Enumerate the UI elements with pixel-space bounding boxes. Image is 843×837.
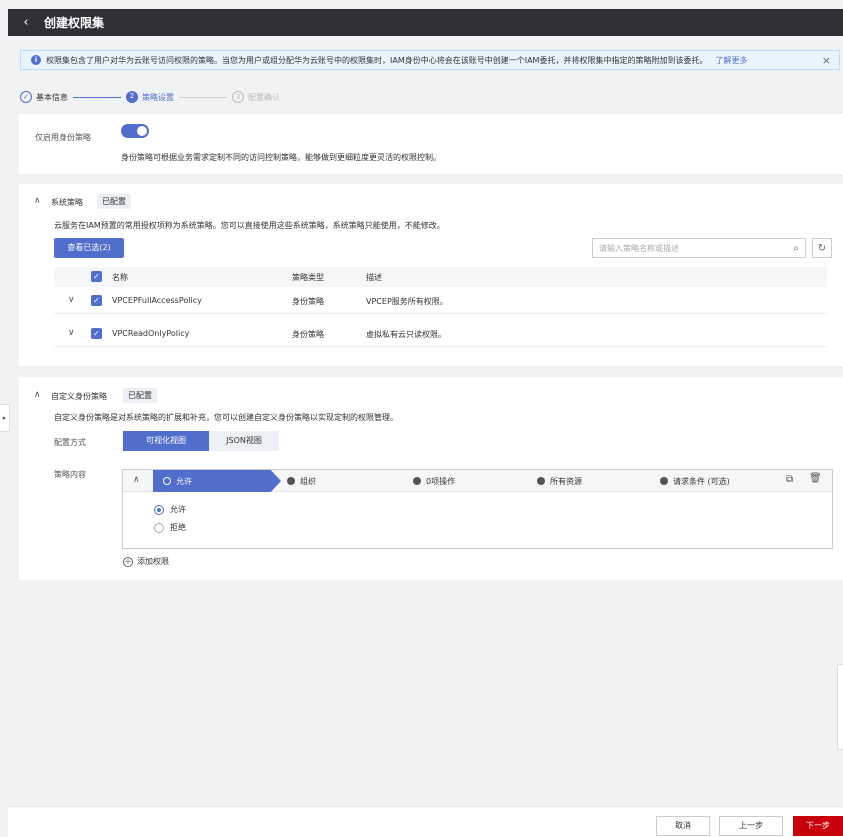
identity-only-card: 仅启用身份策略 身份策略可根据业务需求定制不同的访问控制策略，能够做到更细粒度更… xyxy=(19,114,843,174)
radio-label: 拒绝 xyxy=(170,523,186,532)
segment-label: 请求条件 (可选) xyxy=(673,476,730,486)
system-policy-description: 云服务在IAM预置的常用授权项称为系统策略。您可以直接使用这些系统策略，系统策略… xyxy=(54,221,445,230)
notice-text: 权限集包含了用户对华为云账号访问权限的策略。当您为用户或组分配华为云账号中的权限… xyxy=(46,55,708,65)
learn-more-link[interactable]: 了解更多 xyxy=(715,55,747,66)
step-connector xyxy=(179,96,227,98)
policy-type: 身份策略 xyxy=(292,297,324,306)
policy-name: VPCReadOnlyPolicy xyxy=(112,329,190,338)
clock-icon xyxy=(163,477,171,485)
custom-policy-description: 自定义身份策略是对系统策略的扩展和补充，您可以创建自定义身份策略以实现定制的权限… xyxy=(54,413,398,422)
chevron-up-icon[interactable]: ∧ xyxy=(34,196,41,206)
view-selected-button[interactable]: 查看已选(2) xyxy=(54,238,124,258)
tab-json-view[interactable]: JSON视图 xyxy=(209,431,279,451)
collapse-handle[interactable]: ▸ xyxy=(0,404,10,432)
trash-icon[interactable]: 🗑 xyxy=(809,473,822,484)
chevron-up-icon[interactable]: ∧ xyxy=(133,475,140,485)
search-placeholder: 请输入策略名称或描述 xyxy=(599,243,679,253)
identity-only-toggle[interactable] xyxy=(121,124,149,138)
close-icon[interactable]: × xyxy=(822,54,831,67)
policy-statement: ∧ 允许 组织 0项操作 所有资源 请求条件 (可选) ⧉ 🗑 允许 拒绝 xyxy=(122,469,833,549)
add-permission-button[interactable]: + 添加权限 xyxy=(123,556,169,567)
info-icon: i xyxy=(31,55,41,65)
info-notice: i 权限集包含了用户对华为云账号访问权限的策略。当您为用户或组分配华为云账号中的… xyxy=(20,50,840,70)
segment-actions[interactable]: 0项操作 xyxy=(413,470,533,492)
policy-description: VPCEP服务所有权限。 xyxy=(366,297,448,306)
effect-deny-option[interactable]: 拒绝 xyxy=(154,522,186,533)
plus-circle-icon: + xyxy=(123,556,133,567)
select-all-checkbox[interactable]: ✓ xyxy=(91,271,102,282)
step-3-label: 配置确认 xyxy=(248,92,280,102)
tab-visual-view[interactable]: 可视化视图 xyxy=(123,431,209,451)
clock-icon xyxy=(660,477,668,485)
title-bar: ‹ 创建权限集 xyxy=(8,9,843,36)
search-icon[interactable]: ⌕ xyxy=(793,243,799,254)
chevron-left-icon[interactable]: ‹ xyxy=(14,15,38,30)
segment-organization[interactable]: 组织 xyxy=(287,470,411,492)
policy-search-input[interactable]: 请输入策略名称或描述 ⌕ xyxy=(592,238,806,258)
effect-allow-option[interactable]: 允许 xyxy=(154,504,186,515)
chevron-up-icon[interactable]: ∧ xyxy=(34,390,41,400)
step-1-check-icon: ✓ xyxy=(20,91,32,103)
policy-description: 虚拟私有云只读权限。 xyxy=(366,330,446,339)
row-checkbox[interactable]: ✓ xyxy=(91,295,102,306)
segment-effect[interactable]: 允许 xyxy=(153,470,281,492)
configured-badge: 已配置 xyxy=(123,388,157,403)
step-connector xyxy=(73,96,121,98)
previous-button[interactable]: 上一步 xyxy=(719,816,783,836)
row-checkbox[interactable]: ✓ xyxy=(91,328,102,339)
clock-icon xyxy=(287,477,295,485)
step-2-label: 策略设置 xyxy=(142,92,174,102)
column-header-name: 名称 xyxy=(112,273,128,282)
policy-type: 身份策略 xyxy=(292,330,324,339)
add-permission-label: 添加权限 xyxy=(137,557,169,566)
segment-resources[interactable]: 所有资源 xyxy=(537,470,657,492)
clock-icon xyxy=(413,477,421,485)
configured-badge: 已配置 xyxy=(97,194,131,209)
column-header-type: 策略类型 xyxy=(292,273,324,282)
step-2-number: 2 xyxy=(126,91,138,103)
table-row[interactable]: ∨ ✓ VPCReadOnlyPolicy 身份策略 虚拟私有云只读权限。 xyxy=(54,321,827,347)
stepper: ✓ 基本信息 2 策略设置 3 配置确认 xyxy=(20,90,280,104)
table-header: ✓ 名称 策略类型 描述 xyxy=(54,267,827,287)
radio-deny[interactable] xyxy=(154,522,164,533)
refresh-button[interactable]: ↻ xyxy=(812,238,832,258)
refresh-icon: ↻ xyxy=(817,242,827,254)
view-mode-tabs: 可视化视图 JSON视图 xyxy=(123,431,279,451)
segment-conditions[interactable]: 请求条件 (可选) xyxy=(660,470,780,492)
segment-label: 允许 xyxy=(176,476,192,486)
right-drawer-handle[interactable] xyxy=(837,664,843,750)
identity-only-description: 身份策略可根据业务需求定制不同的访问控制策略，能够做到更细粒度更灵活的权限控制。 xyxy=(121,153,441,162)
config-mode-label: 配置方式 xyxy=(54,438,86,447)
system-policy-title: 系统策略 xyxy=(51,198,83,207)
segment-label: 所有资源 xyxy=(550,476,582,486)
radio-allow[interactable] xyxy=(154,504,164,515)
custom-policy-title: 自定义身份策略 xyxy=(51,392,107,401)
segment-label: 组织 xyxy=(300,476,316,486)
policy-content-label: 策略内容 xyxy=(54,470,86,479)
policy-name: VPCEPFullAccessPolicy xyxy=(112,296,202,305)
copy-icon[interactable]: ⧉ xyxy=(786,474,793,485)
system-policy-card: ∧ 系统策略 已配置 云服务在IAM预置的常用授权项称为系统策略。您可以直接使用… xyxy=(19,184,843,366)
footer-bar: 取消 上一步 下一步 xyxy=(8,806,843,837)
page-title: 创建权限集 xyxy=(44,16,105,30)
table-row[interactable]: ∨ ✓ VPCEPFullAccessPolicy 身份策略 VPCEP服务所有… xyxy=(54,288,827,314)
identity-only-label: 仅启用身份策略 xyxy=(35,133,91,142)
radio-label: 允许 xyxy=(170,505,186,514)
column-header-description: 描述 xyxy=(366,273,382,282)
cancel-button[interactable]: 取消 xyxy=(656,816,710,836)
step-3-number: 3 xyxy=(232,91,244,103)
step-1-label: 基本信息 xyxy=(36,92,68,102)
segment-label: 0项操作 xyxy=(426,476,456,486)
statement-segments: ∧ 允许 组织 0项操作 所有资源 请求条件 (可选) ⧉ 🗑 xyxy=(123,470,832,492)
chevron-down-icon[interactable]: ∨ xyxy=(68,328,75,338)
clock-icon xyxy=(537,477,545,485)
chevron-down-icon[interactable]: ∨ xyxy=(68,295,75,305)
next-button[interactable]: 下一步 xyxy=(793,816,843,836)
